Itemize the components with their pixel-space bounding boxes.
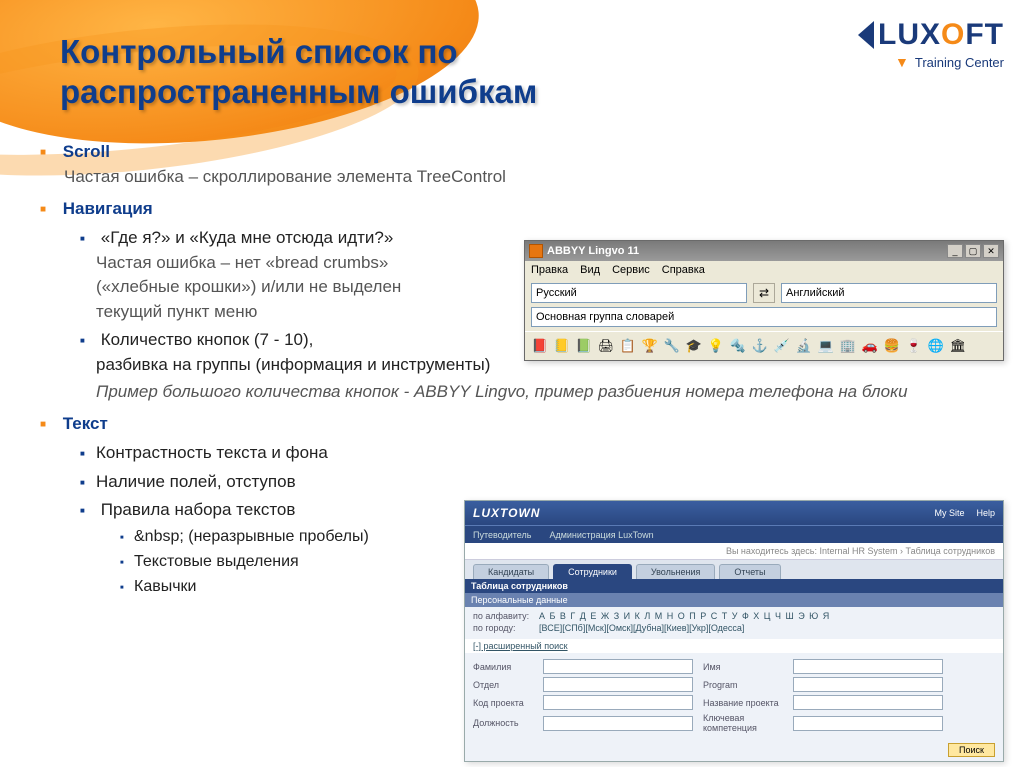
swap-languages-button[interactable]: ⇄: [753, 283, 775, 303]
input-name[interactable]: [793, 659, 943, 674]
input-program[interactable]: [793, 677, 943, 692]
minimize-button[interactable]: _: [947, 244, 963, 258]
toolbar-icon-5[interactable]: 🏆: [639, 335, 661, 357]
label-program: Program: [703, 680, 783, 690]
panel-subtitle: Персональные данные: [465, 593, 1003, 607]
abbyy-menubar: Правка Вид Сервис Справка: [525, 261, 1003, 279]
slide-title: Контрольный список по распространенным о…: [60, 32, 620, 111]
tab-3[interactable]: Отчеты: [719, 564, 780, 579]
abbyy-app-icon: [529, 244, 543, 258]
label-name: Имя: [703, 662, 783, 672]
toolbar-icon-12[interactable]: 🔬: [793, 335, 815, 357]
menu-view[interactable]: Вид: [580, 264, 600, 276]
lang-to-select[interactable]: Английский: [781, 283, 997, 303]
label-competence: Ключевая компетенция: [703, 713, 783, 733]
tab-1[interactable]: Сотрудники: [553, 564, 632, 579]
city-filter[interactable]: [ВСЕ][СПб][Мск][Омск][Дубна][Киев][Укр][…: [539, 623, 744, 633]
toolbar-icon-3[interactable]: 🖨: [595, 335, 617, 357]
toolbar-icon-18[interactable]: 🌐: [925, 335, 947, 357]
input-project[interactable]: [793, 695, 943, 710]
toolbar-icon-14[interactable]: 🏢: [837, 335, 859, 357]
abbyy-title: ABBYY Lingvo 11: [547, 245, 945, 257]
luxtown-window: LUXTOWN My Site Help Путеводитель Админи…: [464, 500, 1004, 762]
luxoft-logo: LUXOFT ▼Training Center: [858, 18, 1004, 70]
expand-search[interactable]: [-] расширенный поиск: [465, 639, 1003, 653]
link-mysite[interactable]: My Site: [934, 508, 964, 518]
abbyy-titlebar[interactable]: ABBYY Lingvo 11 _ ▢ ✕: [525, 241, 1003, 261]
alpha-filter[interactable]: А Б В Г Д Е Ж З И К Л М Н О П Р С Т У Ф …: [539, 611, 830, 621]
tab-2[interactable]: Увольнения: [636, 564, 716, 579]
label-lastname: Фамилия: [473, 662, 533, 672]
dictionary-group-select[interactable]: Основная группа словарей: [531, 307, 997, 327]
toolbar-icon-10[interactable]: ⚓: [749, 335, 771, 357]
menu-edit[interactable]: Правка: [531, 264, 568, 276]
city-label: по городу:: [473, 623, 533, 633]
luxtown-nav: Путеводитель Администрация LuxTown: [465, 525, 1003, 543]
nav-admin[interactable]: Администрация LuxTown: [549, 530, 653, 540]
search-form: Фамилия Имя Отдел Program Код проекта На…: [465, 653, 1003, 739]
toolbar-icon-6[interactable]: 🔧: [661, 335, 683, 357]
input-lastname[interactable]: [543, 659, 693, 674]
input-dept[interactable]: [543, 677, 693, 692]
panel-title: Таблица сотрудников: [465, 579, 1003, 593]
toolbar-icon-4[interactable]: 📋: [617, 335, 639, 357]
filters: по алфавиту: А Б В Г Д Е Ж З И К Л М Н О…: [465, 607, 1003, 639]
breadcrumb: Вы находитесь здесь: Internal HR System …: [465, 543, 1003, 560]
toolbar-icon-1[interactable]: 📒: [551, 335, 573, 357]
toolbar-icon-0[interactable]: 📕: [529, 335, 551, 357]
toolbar-icon-8[interactable]: 💡: [705, 335, 727, 357]
close-button[interactable]: ✕: [983, 244, 999, 258]
input-code[interactable]: [543, 695, 693, 710]
bullet-scroll: Scroll Частая ошибка – скроллирование эл…: [40, 140, 1004, 189]
label-position: Должность: [473, 718, 533, 728]
toolbar-icon-15[interactable]: 🚗: [859, 335, 881, 357]
toolbar-icon-17[interactable]: 🍷: [903, 335, 925, 357]
logo-chevron-icon: [858, 21, 874, 49]
toolbar-icon-13[interactable]: 💻: [815, 335, 837, 357]
label-project: Название проекта: [703, 698, 783, 708]
luxtown-brand: LUXTOWN: [473, 506, 934, 520]
toolbar-icon-2[interactable]: 📗: [573, 335, 595, 357]
menu-service[interactable]: Сервис: [612, 264, 650, 276]
text-margins: Наличие полей, отступов: [80, 470, 1004, 495]
alpha-label: по алфавиту:: [473, 611, 533, 621]
link-help[interactable]: Help: [976, 508, 995, 518]
input-competence[interactable]: [793, 716, 943, 731]
toolbar-icon-19[interactable]: 🏛: [947, 335, 969, 357]
nav-guide[interactable]: Путеводитель: [473, 530, 531, 540]
label-dept: Отдел: [473, 680, 533, 690]
label-code: Код проекта: [473, 698, 533, 708]
tab-0[interactable]: Кандидаты: [473, 564, 549, 579]
toolbar-icon-9[interactable]: 🔩: [727, 335, 749, 357]
chevron-down-icon: ▼: [895, 54, 909, 70]
abbyy-lingvo-window: ABBYY Lingvo 11 _ ▢ ✕ Правка Вид Сервис …: [524, 240, 1004, 361]
lang-from-select[interactable]: Русский: [531, 283, 747, 303]
text-contrast: Контрастность текста и фона: [80, 441, 1004, 466]
toolbar-icon-16[interactable]: 🍔: [881, 335, 903, 357]
luxtown-header: LUXTOWN My Site Help: [465, 501, 1003, 525]
search-button[interactable]: Поиск: [948, 743, 995, 757]
maximize-button[interactable]: ▢: [965, 244, 981, 258]
luxtown-tabs: Кандидаты Сотрудники УвольненияОтчеты: [465, 560, 1003, 579]
toolbar-icon-7[interactable]: 🎓: [683, 335, 705, 357]
input-position[interactable]: [543, 716, 693, 731]
abbyy-toolbar: 📕📒📗🖨📋🏆🔧🎓💡🔩⚓💉🔬💻🏢🚗🍔🍷🌐🏛: [525, 331, 1003, 360]
menu-help[interactable]: Справка: [662, 264, 705, 276]
toolbar-icon-11[interactable]: 💉: [771, 335, 793, 357]
